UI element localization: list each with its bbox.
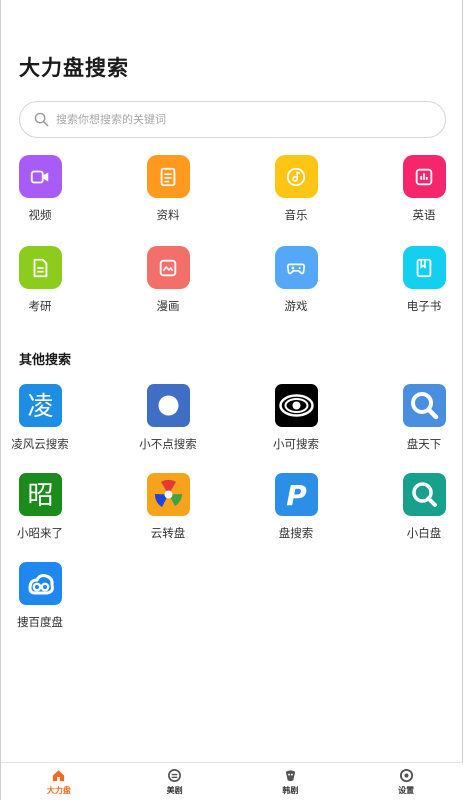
category-label: 英语 (412, 208, 436, 222)
site-label: 小昭来了 (17, 526, 63, 540)
category-ebook[interactable]: 电子书 (379, 246, 463, 314)
xiaoke-eye-logo-icon (274, 384, 318, 427)
xiaozhao-logo-icon: 昭 (18, 473, 62, 516)
tab-label: 美剧 (166, 786, 183, 795)
site-baidupan[interactable]: 捜百度盘 (0, 562, 85, 630)
pansousuo-glyph: P (286, 479, 307, 512)
category-label: 漫画 (156, 299, 180, 313)
site-xiaobudian[interactable]: 小不点搜索 (123, 384, 213, 452)
lingfeng-glyph: 凌 (27, 392, 53, 422)
book-icon (402, 246, 446, 289)
site-xiaozhao[interactable]: 昭 小昭来了 (0, 473, 85, 541)
site-label: 盘搜索 (278, 526, 314, 540)
site-pansousuo[interactable]: P 盘搜索 (251, 473, 341, 541)
baidu-cloud-logo-icon (18, 562, 62, 605)
category-label: 游戏 (284, 299, 308, 313)
site-label: 小可搜索 (273, 437, 319, 451)
category-label: 考研 (28, 299, 52, 313)
tab-us-drama[interactable]: 美剧 (117, 763, 233, 800)
category-materials[interactable]: 资料 (123, 155, 213, 223)
site-pantianxia[interactable]: 盘天下 (379, 384, 463, 452)
picture-icon (146, 246, 190, 289)
tv-icon (168, 769, 182, 782)
xiaobudian-logo-icon (146, 384, 190, 427)
category-label: 视频 (28, 208, 52, 222)
tab-korean-drama[interactable]: 韩剧 (233, 763, 349, 800)
site-label: 捜百度盘 (17, 615, 63, 629)
chart-icon (402, 155, 446, 198)
category-music[interactable]: 音乐 (251, 155, 341, 223)
category-exam[interactable]: 考研 (0, 246, 85, 314)
pansousuo-p-logo-icon: P (274, 473, 318, 516)
category-video[interactable]: 视频 (0, 155, 85, 223)
home-icon (53, 770, 65, 782)
site-label: 云转盘 (150, 526, 186, 540)
site-yunzhuanpan[interactable]: 云转盘 (123, 473, 213, 541)
video-icon (18, 155, 62, 198)
site-label: 盘天下 (406, 437, 442, 451)
document-icon (146, 155, 190, 198)
settings-icon (399, 768, 413, 783)
tab-dalipan[interactable]: 大力盘 (1, 763, 117, 800)
xiaozhao-glyph: 昭 (27, 481, 53, 511)
drama-icon (285, 770, 296, 782)
category-english[interactable]: 英语 (379, 155, 463, 223)
category-games[interactable]: 游戏 (251, 246, 341, 314)
page-title: 大力盘搜索 (19, 56, 129, 80)
category-label: 资料 (156, 208, 180, 222)
category-comics[interactable]: 漫画 (123, 246, 213, 314)
tab-label: 韩剧 (282, 786, 299, 795)
gamepad-icon (274, 246, 318, 289)
tab-label: 设置 (398, 786, 415, 795)
pantianxia-search-logo-icon (402, 384, 446, 427)
yunzhuanpan-logo-icon (146, 473, 190, 516)
lingfeng-logo-icon: 凌 (18, 384, 62, 427)
site-lingfeng[interactable]: 凌 凌风云搜索 (0, 384, 85, 452)
tab-settings[interactable]: 设置 (348, 763, 463, 800)
bottom-tab-bar: 大力盘 美剧 韩剧 设置 (1, 762, 463, 800)
category-label: 音乐 (284, 208, 308, 222)
search-input[interactable] (56, 113, 416, 126)
site-xiaoke[interactable]: 小可搜索 (251, 384, 341, 452)
category-label: 电子书 (406, 299, 442, 313)
music-icon (274, 155, 318, 198)
site-xiaobaipan[interactable]: 小白盘 (379, 473, 463, 541)
xiaobaipan-search-logo-icon (402, 473, 446, 516)
site-label: 凌风云搜索 (11, 437, 69, 451)
site-label: 小白盘 (406, 526, 442, 540)
search-bar[interactable] (19, 101, 446, 138)
search-icon (34, 112, 49, 127)
section-title-other: 其他搜索 (19, 353, 72, 368)
tab-label: 大力盘 (46, 786, 71, 795)
site-label: 小不点搜索 (139, 437, 197, 451)
notes-icon (18, 246, 62, 289)
